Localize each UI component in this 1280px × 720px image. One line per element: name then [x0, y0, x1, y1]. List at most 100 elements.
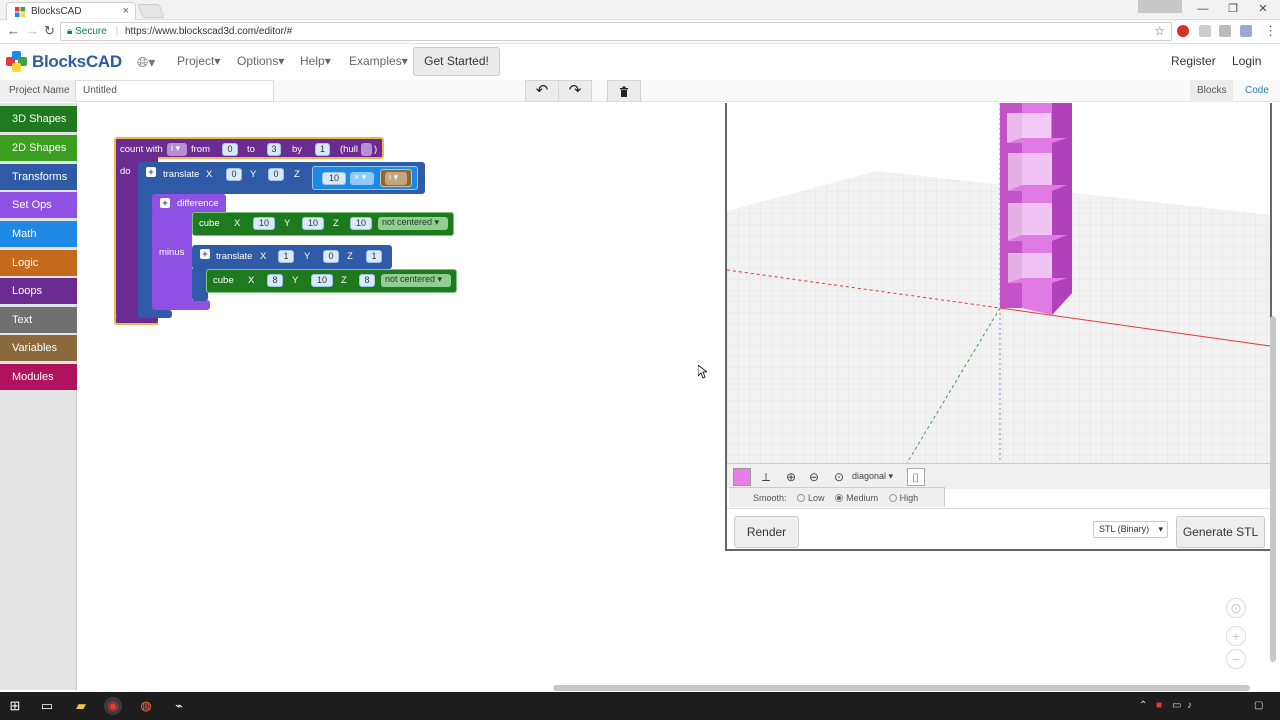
translate-z-value[interactable]: 1 — [366, 250, 382, 263]
undo-button[interactable]: ↶ — [525, 80, 559, 102]
loop-variable-dropdown[interactable]: i ▾ — [167, 143, 187, 156]
blocks-workspace[interactable]: count with i ▾ from 0 to 3 by 1 (hull ) … — [78, 103, 725, 690]
cube-z-value[interactable]: 10 — [350, 217, 372, 230]
volume-icon[interactable]: ♪ — [1187, 700, 1192, 711]
cube-center-dropdown[interactable]: not centered ▾ — [381, 274, 451, 287]
radio-high[interactable] — [888, 493, 897, 502]
app-taskbar-icon[interactable]: ⌁ — [170, 697, 188, 715]
browser-menu-icon[interactable]: ⋮ — [1264, 23, 1277, 39]
render-button[interactable]: Render — [734, 516, 799, 548]
menu-options[interactable]: Options▾ — [237, 54, 284, 68]
tab-blocks[interactable]: Blocks — [1190, 80, 1234, 102]
vertical-scrollbar[interactable] — [1270, 316, 1276, 662]
cube-x-value[interactable]: 10 — [253, 217, 275, 230]
radio-medium[interactable] — [835, 493, 844, 502]
workspace-zoom-in-icon[interactable]: + — [1226, 626, 1246, 646]
category-modules[interactable]: Modules — [0, 364, 77, 390]
category-transforms[interactable]: Transforms — [0, 164, 77, 190]
radio-low[interactable] — [797, 493, 806, 502]
reset-view-icon[interactable]: ⊙ — [830, 468, 848, 486]
get-started-button[interactable]: Get Started! — [413, 47, 500, 76]
difference-mutator-icon[interactable]: + — [160, 198, 170, 208]
translate-y-value[interactable]: 0 — [323, 250, 339, 263]
trash-button[interactable] — [607, 80, 641, 102]
category-2d-shapes[interactable]: 2D Shapes — [0, 135, 77, 161]
loop-by-value[interactable]: 1 — [315, 143, 330, 156]
category-logic[interactable]: Logic — [0, 250, 77, 276]
task-view-icon[interactable]: ▭ — [38, 697, 56, 715]
loop-to-value[interactable]: 3 — [267, 143, 281, 156]
category-set-ops[interactable]: Set Ops — [0, 192, 77, 218]
loop-from-value[interactable]: 0 — [222, 143, 238, 156]
redo-button[interactable]: ↷ — [558, 80, 592, 102]
smooth-option-medium[interactable]: Medium — [835, 493, 878, 503]
horizontal-scrollbar[interactable] — [553, 685, 1250, 691]
project-name-input[interactable]: Untitled — [75, 80, 274, 102]
translate-x-value[interactable]: 1 — [278, 250, 294, 263]
tray-expand-icon[interactable]: ⌃ — [1139, 700, 1147, 711]
translate-x-value[interactable]: 0 — [226, 168, 242, 181]
extension-icon[interactable] — [1199, 25, 1211, 37]
menu-project[interactable]: Project▾ — [177, 54, 220, 68]
zoom-out-icon[interactable]: ⊖ — [805, 468, 823, 486]
login-link[interactable]: Login — [1232, 54, 1261, 68]
blockscad-logo[interactable]: BlocksCAD — [6, 51, 122, 73]
language-globe-icon[interactable]: 🌐︎▾ — [137, 54, 155, 71]
browser-tab[interactable]: BlocksCAD × — [6, 2, 136, 20]
maximize-window-icon[interactable]: ❐ — [1216, 0, 1250, 18]
new-tab-button[interactable] — [137, 4, 165, 18]
camera-view-dropdown[interactable]: diagonal ▾ — [852, 471, 893, 482]
file-explorer-icon[interactable]: ▰ — [72, 697, 90, 715]
category-variables[interactable]: Variables — [0, 335, 77, 361]
extension-icon[interactable] — [1240, 25, 1252, 37]
smooth-option-low[interactable]: Low — [797, 493, 825, 503]
cube-y-value[interactable]: 10 — [302, 217, 324, 230]
notifications-icon[interactable]: ▢ — [1254, 700, 1263, 711]
zoom-in-icon[interactable]: ⊕ — [782, 468, 800, 486]
opera-extension-icon[interactable] — [1177, 25, 1189, 37]
category-text[interactable]: Text — [0, 307, 77, 333]
menu-examples[interactable]: Examples▾ — [349, 54, 408, 68]
variable-dropdown[interactable]: i ▾ — [385, 172, 407, 185]
network-icon[interactable]: ▭ — [1172, 700, 1181, 711]
register-link[interactable]: Register — [1171, 54, 1216, 68]
category-math[interactable]: Math — [0, 221, 77, 247]
translate-mutator-icon[interactable]: + — [200, 249, 210, 259]
generate-stl-button[interactable]: Generate STL — [1176, 516, 1265, 548]
browser-profile-button[interactable] — [1138, 0, 1182, 13]
chrome-taskbar-icon[interactable]: ◉ — [104, 697, 122, 715]
smooth-option-high[interactable]: High — [888, 493, 918, 503]
model-color-swatch[interactable] — [733, 468, 751, 486]
3d-render-view[interactable]: ⟂ ⊕ ⊖ ⊙ diagonal ▾ ⌷ Smooth: Low Medium … — [725, 103, 1272, 551]
hull-checkbox[interactable] — [361, 143, 372, 156]
cube-x-value[interactable]: 8 — [267, 274, 283, 287]
forward-icon[interactable]: → — [26, 23, 39, 38]
close-window-icon[interactable]: ✕ — [1246, 0, 1280, 18]
workspace-center-icon[interactable]: ⊙ — [1226, 598, 1246, 618]
firefox-taskbar-icon[interactable]: ◍ — [137, 697, 155, 715]
cube-y-value[interactable]: 10 — [311, 274, 333, 287]
category-3d-shapes[interactable]: 3D Shapes — [0, 106, 77, 132]
windows-start-icon[interactable]: ⊞ — [6, 697, 24, 715]
extension-icon[interactable] — [1219, 25, 1231, 37]
tab-close-icon[interactable]: × — [123, 5, 129, 17]
translate-y-value[interactable]: 0 — [268, 168, 284, 181]
tab-code[interactable]: Code — [1238, 80, 1276, 102]
minimize-window-icon[interactable]: — — [1186, 0, 1220, 18]
translate-mutator-icon[interactable]: + — [146, 167, 156, 177]
category-loops[interactable]: Loops — [0, 278, 77, 304]
bookmark-star-icon[interactable]: ☆ — [1154, 23, 1165, 40]
export-format-select[interactable]: STL (Binary) ▾ — [1093, 521, 1168, 538]
screenshot-camera-icon[interactable]: ⌷ — [907, 468, 925, 486]
cube-z-value[interactable]: 8 — [359, 274, 375, 287]
menu-help[interactable]: Help▾ — [300, 54, 331, 68]
math-operator-dropdown[interactable]: × ▾ — [350, 172, 374, 185]
workspace-zoom-out-icon[interactable]: − — [1226, 649, 1246, 669]
back-icon[interactable]: ← — [7, 23, 20, 38]
3d-viewport-canvas[interactable] — [727, 103, 1270, 463]
multiply-left-value[interactable]: 10 — [322, 172, 346, 185]
cube-center-dropdown[interactable]: not centered ▾ — [378, 217, 448, 230]
reload-icon[interactable]: ↻ — [44, 23, 55, 39]
tray-app-icon[interactable]: ■ — [1156, 700, 1162, 711]
omnibox[interactable]: 🔒︎ Secure | https://www.blockscad3d.com/… — [60, 22, 1172, 41]
